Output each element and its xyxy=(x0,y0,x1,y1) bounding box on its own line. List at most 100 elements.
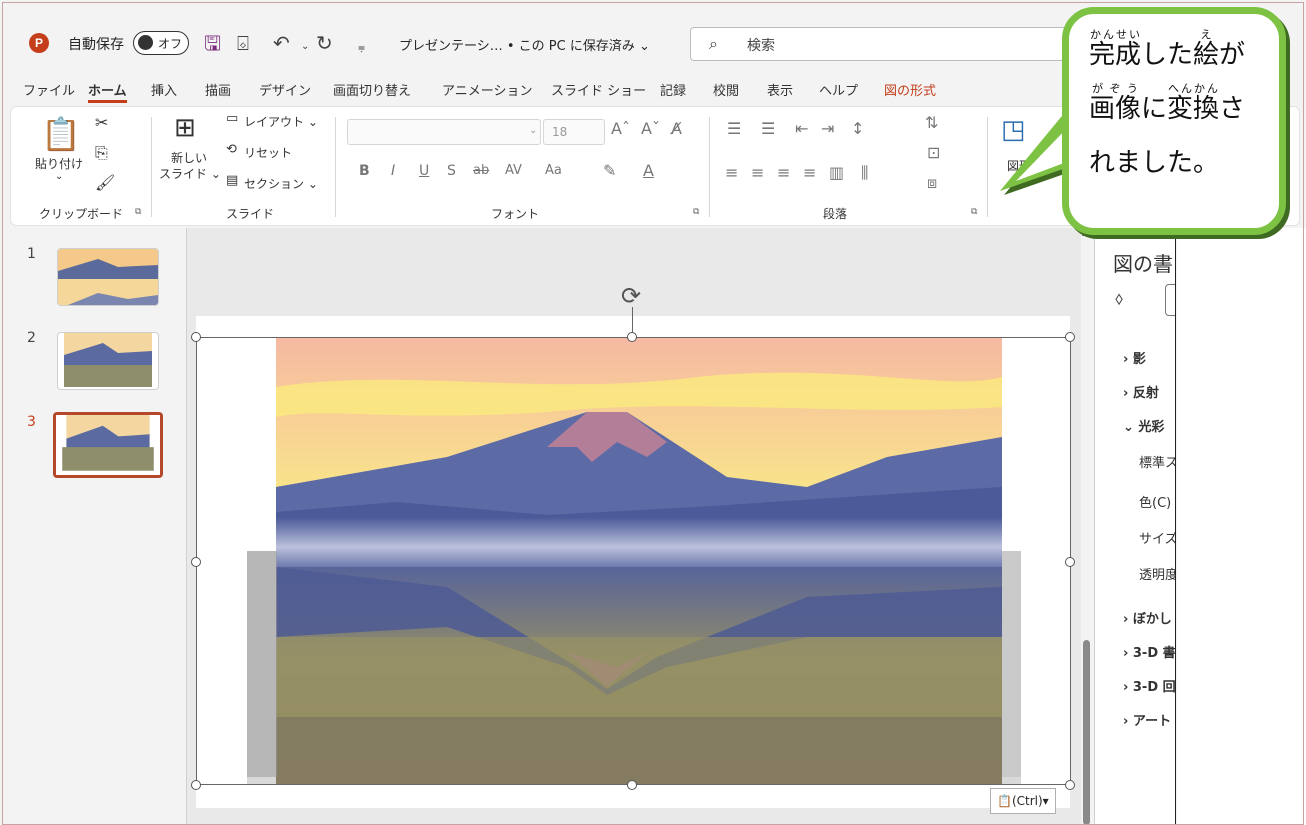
save-icon[interactable]: 🖫 xyxy=(204,29,221,57)
pane-item-size[interactable]: サイズ( xyxy=(1139,528,1175,547)
char-spacing-button[interactable]: AV xyxy=(505,163,522,178)
pane-item-reflection[interactable]: › 反射 xyxy=(1123,382,1159,401)
numbering-icon[interactable]: ☰ xyxy=(761,119,775,138)
clipboard-launcher-icon[interactable]: ⧉ xyxy=(135,207,141,217)
new-slide-icon[interactable]: ⊞ xyxy=(174,113,196,143)
pane-item-transparency[interactable]: 透明度 xyxy=(1139,564,1175,583)
document-title[interactable]: プレゼンテーシ… • この PC に保存済み ⌄ xyxy=(399,35,650,54)
section-button[interactable]: セクション ⌄ xyxy=(244,175,318,192)
bullets-icon[interactable]: ☰ xyxy=(727,119,741,138)
new-slide-label-1[interactable]: 新しい xyxy=(171,149,207,166)
font-name-input[interactable] xyxy=(347,119,541,145)
tab-file[interactable]: ファイル xyxy=(23,80,75,99)
align-center-icon[interactable]: ≡ xyxy=(751,163,764,182)
resize-handle-nw[interactable] xyxy=(191,332,201,342)
tab-insert[interactable]: 挿入 xyxy=(151,80,177,99)
tab-animations[interactable]: アニメーション xyxy=(442,80,532,99)
resize-handle-w[interactable] xyxy=(191,557,201,567)
undo-dropdown-icon[interactable]: ⌄ xyxy=(301,33,309,61)
resize-handle-ne[interactable] xyxy=(1065,332,1075,342)
tab-review[interactable]: 校閲 xyxy=(713,80,739,99)
scrollbar-thumb[interactable] xyxy=(1083,640,1090,825)
tab-help[interactable]: ヘルプ xyxy=(819,80,858,99)
pane-item-color[interactable]: 色(C) xyxy=(1139,492,1171,511)
pane-item-3d-format[interactable]: › 3-D 書 xyxy=(1123,642,1175,661)
paragraph-group-label: 段落 xyxy=(823,207,848,221)
bubble-body: 完成かんせいした絵えが 画像がぞうに変換へんかんさ れました。 xyxy=(1062,7,1286,235)
change-case-button[interactable]: Aa xyxy=(545,163,562,178)
align-left-icon[interactable]: ≡ xyxy=(725,163,738,182)
slide-thumbnail-1[interactable] xyxy=(57,248,159,306)
paste-button[interactable]: 貼り付け xyxy=(35,155,83,172)
text-shadow-button[interactable]: S xyxy=(447,163,456,179)
fill-line-icon[interactable]: ⬨ xyxy=(1115,288,1123,309)
tab-draw[interactable]: 描画 xyxy=(205,80,231,99)
undo-icon[interactable]: ↶ xyxy=(273,29,290,57)
tab-picture-format[interactable]: 図の形式 xyxy=(884,80,936,99)
distribute-icon[interactable]: ▥ xyxy=(829,163,844,182)
resize-handle-se[interactable] xyxy=(1065,780,1075,790)
redo-icon[interactable]: ↻ xyxy=(316,29,333,57)
slide-thumbnail-2[interactable] xyxy=(57,332,159,390)
present-from-start-icon[interactable]: ⌺ xyxy=(237,29,249,57)
format-picture-pane: 図の書 ⬨ › 影 › 反射 ⌄ 光彩 標準ス 色(C) サイズ( 透明度 › … xyxy=(1094,228,1176,825)
underline-button[interactable]: U xyxy=(419,163,429,179)
layout-button[interactable]: レイアウト ⌄ xyxy=(244,113,318,130)
tab-slideshow[interactable]: スライド ショー xyxy=(551,80,646,99)
align-text-icon[interactable]: ⊡ xyxy=(927,143,940,162)
resize-handle-sw[interactable] xyxy=(191,780,201,790)
resize-handle-e[interactable] xyxy=(1065,557,1075,567)
copy-icon[interactable]: ⎘ xyxy=(95,143,108,163)
resize-handle-s[interactable] xyxy=(627,780,637,790)
tab-home[interactable]: ホーム xyxy=(88,80,127,103)
format-painter-icon[interactable]: 🖌 xyxy=(95,173,115,192)
effects-tab[interactable] xyxy=(1165,284,1175,316)
autosave-label: 自動保存 xyxy=(68,37,124,53)
tab-transitions[interactable]: 画面切り替え xyxy=(333,80,411,99)
section-icon: ▤ xyxy=(226,173,239,188)
new-slide-label-2[interactable]: スライド ⌄ xyxy=(159,165,221,182)
grow-font-icon[interactable]: Aˆ xyxy=(611,119,630,138)
bold-button[interactable]: B xyxy=(359,163,370,179)
columns-icon[interactable]: ⫼ xyxy=(861,163,868,183)
font-size-input[interactable]: 18 xyxy=(543,119,605,145)
tab-view[interactable]: 表示 xyxy=(767,80,793,99)
decrease-indent-icon[interactable]: ⇤ xyxy=(795,119,808,138)
align-right-icon[interactable]: ≡ xyxy=(777,163,790,182)
tab-record[interactable]: 記録 xyxy=(660,80,686,99)
increase-indent-icon[interactable]: ⇥ xyxy=(821,119,834,138)
pane-item-glow[interactable]: ⌄ 光彩 xyxy=(1123,416,1164,435)
line-spacing-icon[interactable]: ↕ xyxy=(851,119,864,138)
paste-icon[interactable]: 📋 xyxy=(41,115,81,153)
paste-options-button[interactable]: 📋(Ctrl)▾ xyxy=(990,788,1056,814)
reset-button[interactable]: リセット xyxy=(244,144,292,161)
italic-button[interactable]: I xyxy=(391,163,395,179)
clipboard-group-label: クリップボード xyxy=(39,207,124,221)
strikethrough-button[interactable]: ab xyxy=(473,163,489,178)
highlight-icon[interactable]: ✎ xyxy=(603,161,616,180)
resize-handle-n[interactable] xyxy=(627,332,637,342)
clear-format-icon[interactable]: A̸ xyxy=(671,119,682,138)
pane-item-shadow[interactable]: › 影 xyxy=(1123,348,1146,367)
slide-thumbnail-3[interactable] xyxy=(53,412,163,478)
pane-item-soft-edges[interactable]: › ぼかし xyxy=(1123,608,1172,627)
tab-design[interactable]: デザイン xyxy=(259,80,311,99)
font-color-icon[interactable]: A xyxy=(643,161,654,180)
autosave-toggle[interactable]: オフ xyxy=(133,31,189,55)
text-direction-icon[interactable]: ⇅ xyxy=(925,113,938,132)
paragraph-launcher-icon[interactable]: ⧉ xyxy=(971,207,977,217)
outside-area xyxy=(1177,228,1306,825)
paste-dropdown-icon[interactable]: ⌄ xyxy=(55,171,63,182)
smartart-icon[interactable]: ⧈ xyxy=(927,173,937,193)
customize-qat-icon[interactable]: ⩦ xyxy=(358,33,365,61)
font-name-dropdown-icon[interactable]: ⌄ xyxy=(529,125,537,136)
pane-item-3d-rotation[interactable]: › 3-D 回 xyxy=(1123,676,1175,695)
cut-icon[interactable]: ✂ xyxy=(95,113,108,132)
rotate-handle-icon[interactable]: ⟳ xyxy=(621,282,641,310)
pane-item-glow-presets[interactable]: 標準ス xyxy=(1139,452,1175,471)
shrink-font-icon[interactable]: Aˇ xyxy=(641,119,660,138)
justify-icon[interactable]: ≡ xyxy=(803,163,816,182)
pane-item-artistic[interactable]: › アート xyxy=(1123,710,1171,729)
font-launcher-icon[interactable]: ⧉ xyxy=(693,207,699,217)
paste-options-label: (Ctrl) xyxy=(1011,794,1043,808)
